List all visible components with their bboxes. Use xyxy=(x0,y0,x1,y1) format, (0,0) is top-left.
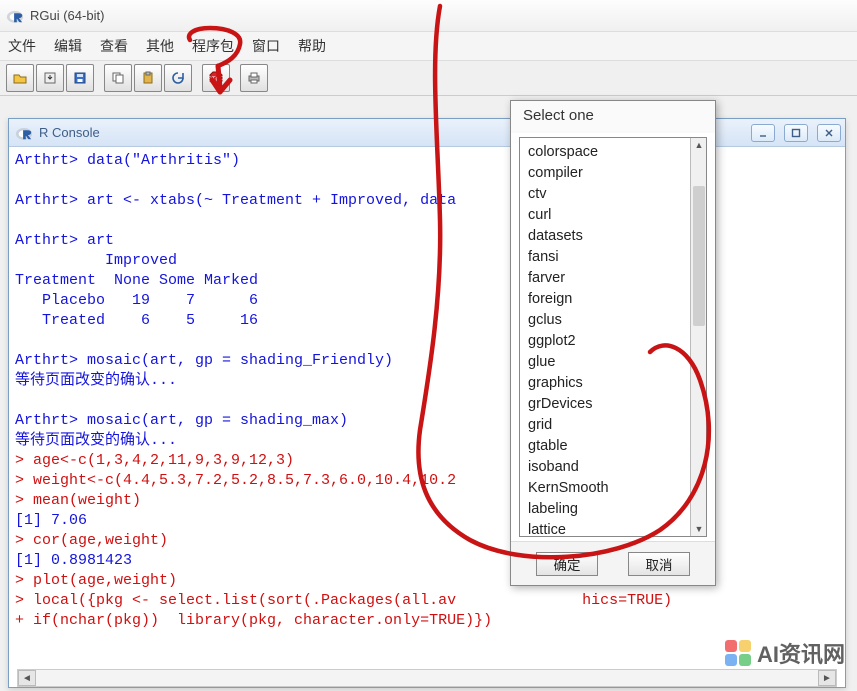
package-item[interactable]: KernSmooth xyxy=(528,478,682,499)
copy-icon[interactable] xyxy=(104,64,132,92)
console-titlebar[interactable]: R Console xyxy=(9,119,845,147)
print-icon[interactable] xyxy=(240,64,268,92)
console-output[interactable]: Arthrt> data("Arthritis") Arthrt> art <-… xyxy=(9,147,845,687)
package-item[interactable]: grDevices xyxy=(528,394,682,415)
scroll-up-icon[interactable]: ▲ xyxy=(691,138,707,152)
dialog-buttons: 确定 取消 xyxy=(511,541,715,585)
paste-icon[interactable] xyxy=(134,64,162,92)
scroll-track[interactable] xyxy=(36,670,818,686)
package-item[interactable]: compiler xyxy=(528,163,682,184)
app-titlebar: RGui (64-bit) xyxy=(0,0,857,32)
toolbar: STOP xyxy=(0,60,857,96)
maximize-icon[interactable] xyxy=(784,124,808,142)
package-item[interactable]: gtable xyxy=(528,436,682,457)
horizontal-scrollbar[interactable]: ◄ ► xyxy=(17,669,837,687)
package-item[interactable]: grid xyxy=(528,415,682,436)
load-icon[interactable] xyxy=(36,64,64,92)
close-icon[interactable] xyxy=(817,124,841,142)
open-icon[interactable] xyxy=(6,64,34,92)
dialog-title: Select one xyxy=(511,101,715,133)
svg-text:STOP: STOP xyxy=(208,77,224,83)
package-item[interactable]: isoband xyxy=(528,457,682,478)
package-item[interactable]: colorspace xyxy=(528,142,682,163)
stop-icon[interactable]: STOP xyxy=(202,64,230,92)
scroll-thumb[interactable] xyxy=(693,186,705,326)
r-logo-icon xyxy=(6,7,24,25)
menu-windows[interactable]: 窗口 xyxy=(252,36,280,56)
mdi-client-area: R Console Arthrt> data("Arthritis") Arth… xyxy=(0,96,857,691)
r-logo-icon xyxy=(15,124,33,142)
flower-icon xyxy=(725,640,751,666)
list-scrollbar[interactable]: ▲ ▼ xyxy=(690,138,706,536)
scroll-left-icon[interactable]: ◄ xyxy=(18,670,36,686)
console-line: > local({pkg <- select.list(sort(.Packag… xyxy=(15,591,839,611)
package-item[interactable]: glue xyxy=(528,352,682,373)
select-package-dialog: Select one colorspacecompilerctvcurldata… xyxy=(510,100,716,586)
watermark: AI资讯网 xyxy=(725,637,845,669)
menu-file[interactable]: 文件 xyxy=(8,36,36,56)
scroll-right-icon[interactable]: ► xyxy=(818,670,836,686)
package-item[interactable]: gclus xyxy=(528,310,682,331)
menu-view[interactable]: 查看 xyxy=(100,36,128,56)
package-list[interactable]: colorspacecompilerctvcurldatasetsfansifa… xyxy=(520,138,690,536)
package-item[interactable]: curl xyxy=(528,205,682,226)
package-item[interactable]: datasets xyxy=(528,226,682,247)
package-item[interactable]: lattice xyxy=(528,520,682,536)
app-title: RGui (64-bit) xyxy=(30,8,104,23)
minimize-icon[interactable] xyxy=(751,124,775,142)
package-item[interactable]: farver xyxy=(528,268,682,289)
r-console-window: R Console Arthrt> data("Arthritis") Arth… xyxy=(8,118,846,688)
menu-help[interactable]: 帮助 xyxy=(298,36,326,56)
package-item[interactable]: labeling xyxy=(528,499,682,520)
console-title: R Console xyxy=(39,125,100,140)
menu-packages[interactable]: 程序包 xyxy=(192,36,234,56)
save-icon[interactable] xyxy=(66,64,94,92)
console-line: + if(nchar(pkg)) library(pkg, character.… xyxy=(15,611,839,631)
menu-misc[interactable]: 其他 xyxy=(146,36,174,56)
refresh-icon[interactable] xyxy=(164,64,192,92)
cancel-button[interactable]: 取消 xyxy=(628,552,690,576)
watermark-text: AI资讯网 xyxy=(757,637,845,669)
menu-edit[interactable]: 编辑 xyxy=(54,36,82,56)
scroll-down-icon[interactable]: ▼ xyxy=(691,522,707,536)
ok-button[interactable]: 确定 xyxy=(536,552,598,576)
package-item[interactable]: foreign xyxy=(528,289,682,310)
package-item[interactable]: ggplot2 xyxy=(528,331,682,352)
package-list-wrap: colorspacecompilerctvcurldatasetsfansifa… xyxy=(519,137,707,537)
package-item[interactable]: graphics xyxy=(528,373,682,394)
package-item[interactable]: fansi xyxy=(528,247,682,268)
menubar: 文件 编辑 查看 其他 程序包 窗口 帮助 xyxy=(0,32,857,60)
package-item[interactable]: ctv xyxy=(528,184,682,205)
